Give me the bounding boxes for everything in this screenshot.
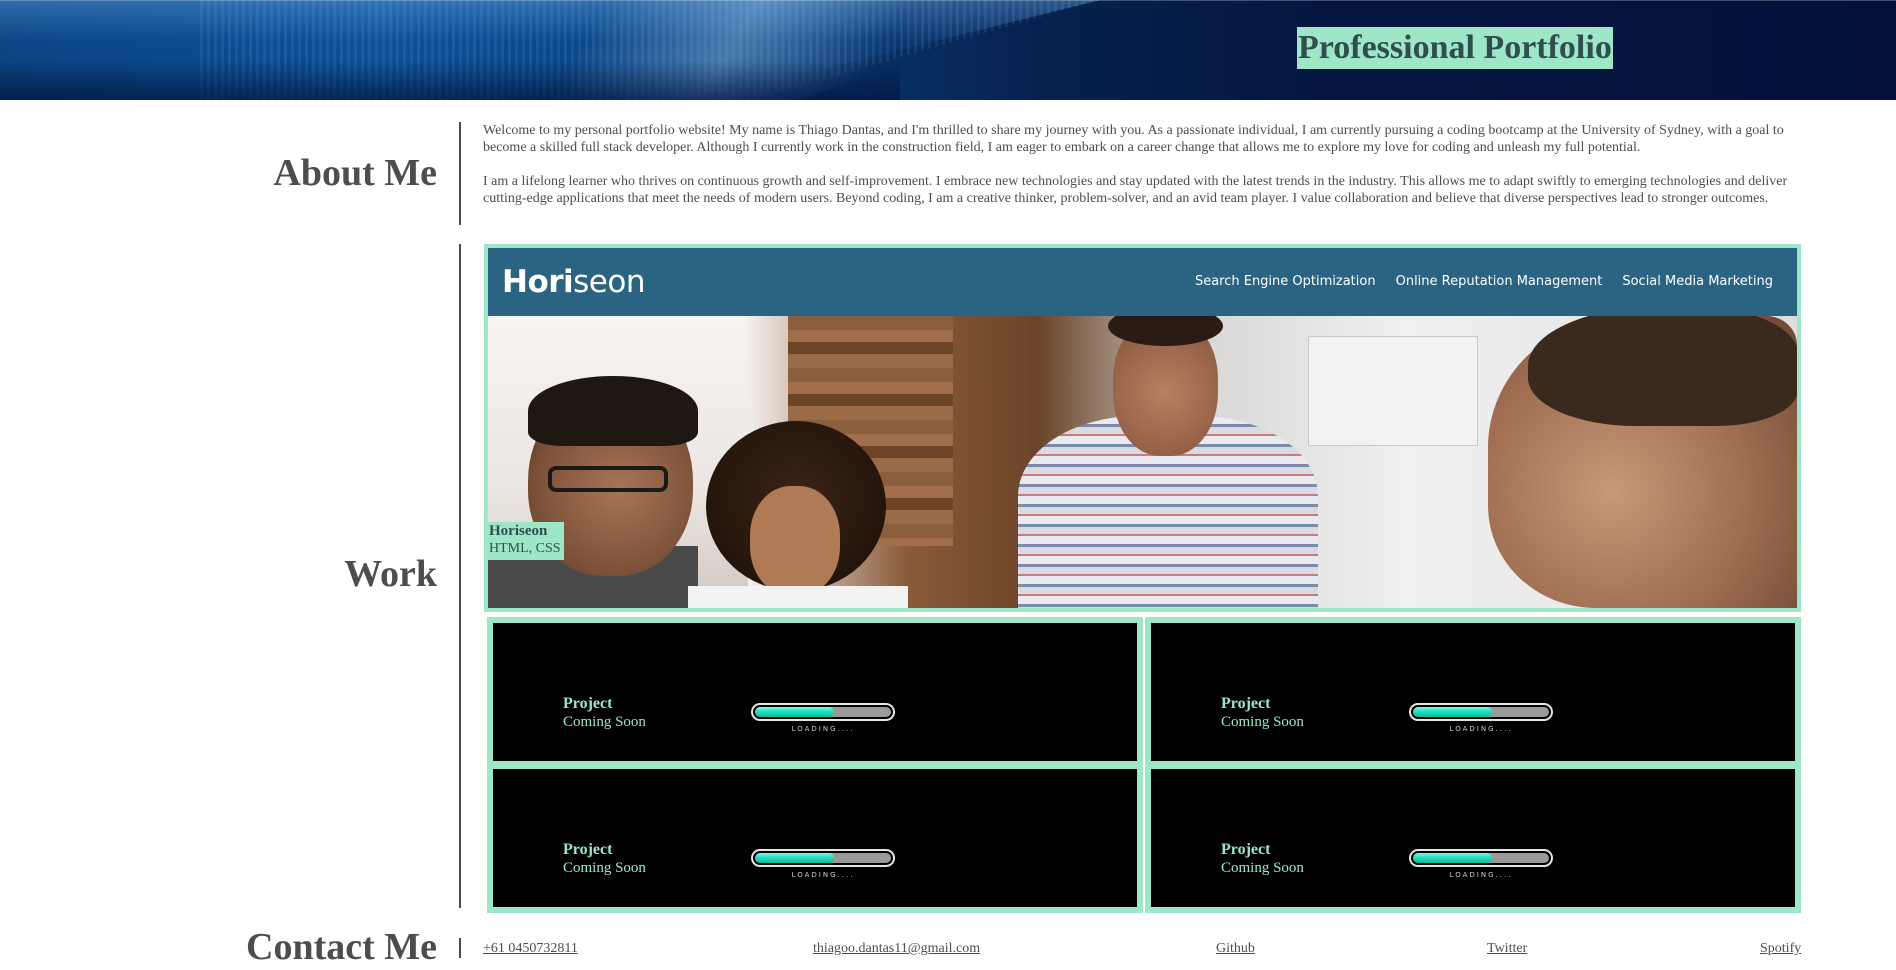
horiseon-nav-links: Search Engine Optimization Online Reputa… — [1195, 274, 1773, 289]
loading-bar — [1409, 849, 1553, 867]
loading-bar — [751, 849, 895, 867]
featured-project-label: Horiseon HTML, CSS — [488, 522, 564, 560]
work-heading: Work — [344, 553, 437, 595]
horiseon-nav-item: Online Reputation Management — [1395, 274, 1603, 289]
project-title: Project — [563, 841, 613, 858]
loading-bar-fill — [1413, 853, 1492, 863]
contact-heading: Contact Me — [246, 926, 437, 968]
about-paragraph-2: I am a lifelong learner who thrives on c… — [483, 174, 1788, 206]
project-title: Project — [563, 695, 613, 712]
horiseon-hero-image — [488, 316, 1797, 608]
github-link[interactable]: Github — [1216, 940, 1255, 957]
project-card[interactable]: Project Coming Soon LOADING.... — [487, 763, 1143, 913]
loading-text: LOADING.... — [1449, 871, 1513, 879]
project-title: Project — [1221, 841, 1271, 858]
spotify-link[interactable]: Spotify — [1760, 940, 1801, 957]
project-subtitle: Coming Soon — [1221, 714, 1304, 730]
phone-link[interactable]: +61 0450732811 — [483, 940, 578, 957]
horiseon-nav-item: Search Engine Optimization — [1194, 274, 1376, 289]
loading-bar-fill — [755, 707, 834, 717]
project-title: Project — [1221, 695, 1271, 712]
project-card[interactable]: Project Coming Soon LOADING.... — [487, 617, 1143, 767]
project-label: Project Coming Soon — [563, 695, 646, 731]
project-label: Project Coming Soon — [1221, 695, 1304, 731]
about-paragraph-1: Welcome to my personal portfolio website… — [483, 123, 1784, 155]
project-label: Project Coming Soon — [563, 841, 646, 877]
work-divider — [459, 244, 461, 908]
project-subtitle: Coming Soon — [563, 860, 646, 876]
about-text: Welcome to my personal portfolio website… — [483, 122, 1798, 224]
loading-text: LOADING.... — [791, 871, 855, 879]
loading-bar — [751, 703, 895, 721]
loading-bar-fill — [755, 853, 834, 863]
site-header: Professional Portfolio — [0, 0, 1896, 100]
email-link[interactable]: thiagoo.dantas11@gmail.com — [813, 940, 980, 957]
about-heading: About Me — [273, 152, 437, 194]
project-subtitle: Coming Soon — [563, 714, 646, 730]
project-subtitle: Coming Soon — [1221, 860, 1304, 876]
horiseon-screenshot-nav: Horiseon Search Engine Optimization Onli… — [488, 248, 1797, 316]
twitter-link[interactable]: Twitter — [1487, 940, 1527, 957]
project-label: Project Coming Soon — [1221, 841, 1304, 877]
project-title: Horiseon — [489, 523, 548, 539]
loading-bar-fill — [1413, 707, 1492, 717]
featured-project-horiseon[interactable]: Horiseon Search Engine Optimization Onli… — [484, 244, 1801, 612]
about-divider — [459, 122, 461, 225]
loading-bar — [1409, 703, 1553, 721]
horiseon-nav-item: Social Media Marketing — [1622, 274, 1773, 289]
project-subtitle: HTML, CSS — [489, 541, 561, 556]
page-title: Professional Portfolio — [1297, 27, 1613, 69]
project-card[interactable]: Project Coming Soon LOADING.... — [1145, 763, 1801, 913]
contact-divider — [459, 938, 461, 958]
loading-text: LOADING.... — [1449, 725, 1513, 733]
project-card[interactable]: Project Coming Soon LOADING.... — [1145, 617, 1801, 767]
horiseon-logo: Horiseon — [502, 264, 645, 300]
loading-text: LOADING.... — [791, 725, 855, 733]
